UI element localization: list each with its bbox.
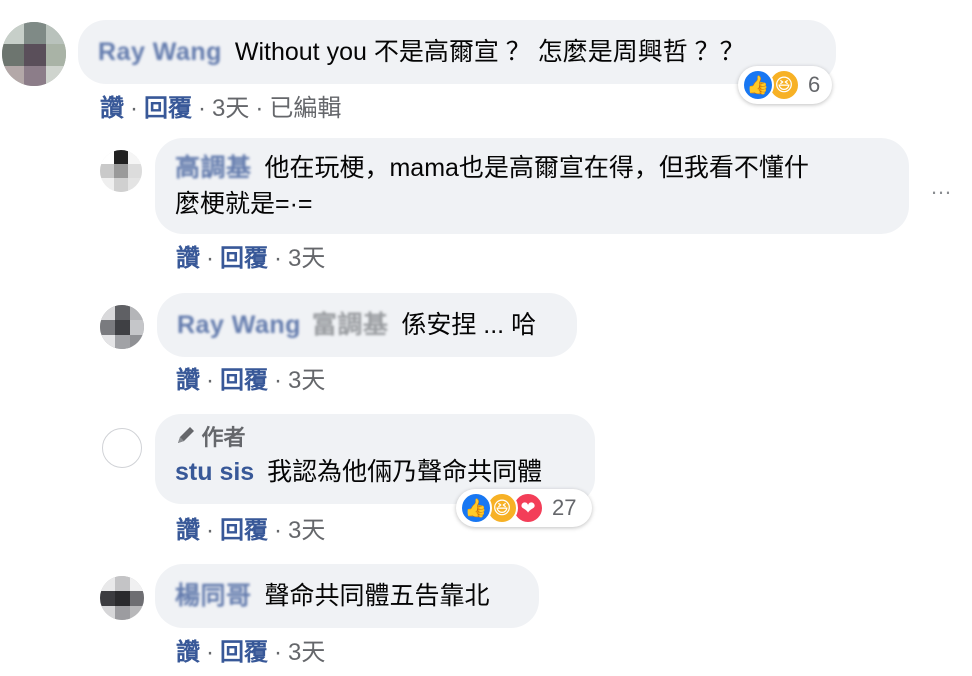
separator: · [274,639,282,666]
reply-button[interactable]: 回覆 [220,639,268,666]
timestamp[interactable]: 3天 [288,517,325,544]
edited-label[interactable]: 已編輯 [269,95,341,122]
comment-author[interactable]: stu sis [175,458,254,486]
comment-actions: 讚 · 回覆 · 3天 [176,360,325,395]
separator: · [198,95,206,122]
comment-author[interactable]: Ray Wang [98,34,222,70]
avatar[interactable] [2,22,66,86]
separator: · [206,245,214,272]
comment-bubble: 楊同哥 聲命共同體五告靠北 [155,564,539,628]
like-button[interactable]: 讚 [100,95,124,122]
reply-button[interactable]: 回覆 [220,367,268,394]
comment-actions: 讚 · 回覆 · 3天 [176,632,325,667]
reply-button[interactable]: 回覆 [144,95,192,122]
like-button[interactable]: 讚 [176,245,200,272]
timestamp[interactable]: 3天 [288,639,325,666]
separator: · [274,517,282,544]
timestamp[interactable]: 3天 [212,95,249,122]
avatar[interactable] [102,428,142,468]
reaction-summary[interactable]: 👍 😆 6 [738,66,832,104]
timestamp[interactable]: 3天 [288,245,325,272]
more-options-icon[interactable]: … [930,174,954,200]
comment-author[interactable]: Ray Wang [177,307,301,343]
comment-text: 聲命共同體五告靠北 [264,582,490,610]
like-button[interactable]: 讚 [176,517,200,544]
separator: · [130,95,138,122]
like-reaction-icon: 👍 [742,69,774,101]
separator: · [206,367,214,394]
pencil-icon [175,424,197,458]
separator: · [206,517,214,544]
reaction-summary[interactable]: 👍 😆 ❤ 27 [456,489,592,527]
avatar[interactable] [100,305,144,349]
reaction-count: 27 [552,495,577,520]
reply-button[interactable]: 回覆 [220,517,268,544]
comment-text-continued: 麼梗就是=·= [175,190,313,218]
timestamp[interactable]: 3天 [288,367,325,394]
separator: · [274,245,282,272]
reaction-count: 6 [808,72,821,97]
avatar[interactable] [100,150,142,192]
comment-bubble: Ray Wang Without you 不是高爾宣 ？ 怎麼是周興哲 ？？ [78,20,836,84]
comment-actions: 讚 · 回覆 · 3天 [176,510,325,545]
comment-bubble: Ray Wang 富調基 係安捏 ... 哈 [157,293,577,357]
comment-text: Without you 不是高爾宣 ？ 怎麼是周興哲 ？？ [234,38,745,66]
mentioned-user[interactable]: 富調基 [312,307,389,343]
comment-text: 他在玩梗，mama也是高爾宣在得，但我看不懂什 [264,154,809,182]
comment-author[interactable]: 高調基 [175,150,252,186]
comment-actions: 讚 · 回覆 · 3天 [176,238,325,273]
like-reaction-icon: 👍 [460,492,492,524]
comment-author[interactable]: 楊同哥 [175,578,252,614]
like-button[interactable]: 讚 [176,639,200,666]
comment-text: 係安捏 ... 哈 [401,311,537,339]
avatar[interactable] [100,576,144,620]
like-button[interactable]: 讚 [176,367,200,394]
comment-text: 我認為他倆乃聲命共同體 [267,458,543,486]
comment-actions: 讚 · 回覆 · 3天 · 已編輯 [100,88,341,123]
separator: · [274,367,282,394]
reply-button[interactable]: 回覆 [220,245,268,272]
separator: · [206,639,214,666]
author-badge: 作者 [175,422,575,454]
separator: · [255,95,264,122]
author-badge-label: 作者 [201,425,246,450]
comment-bubble: 高調基 他在玩梗，mama也是高爾宣在得，但我看不懂什 麼梗就是=·= [155,138,909,234]
